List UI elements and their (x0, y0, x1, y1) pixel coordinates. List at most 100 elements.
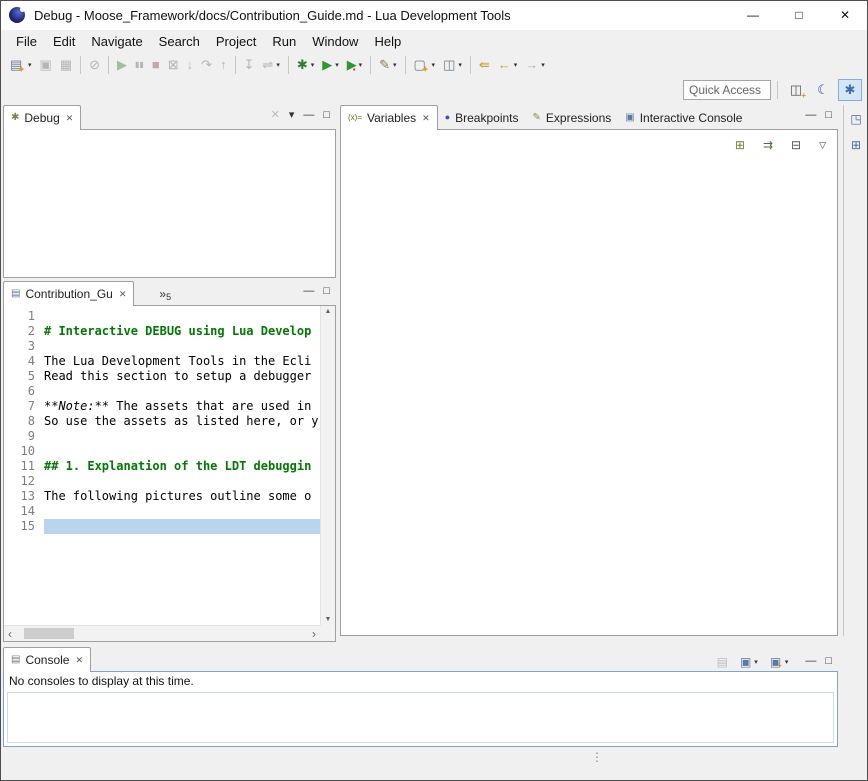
menu-navigate[interactable]: Navigate (83, 32, 150, 51)
new-button[interactable]: ▤✦▾ (6, 55, 36, 76)
close-tab-icon[interactable]: ✕ (119, 289, 127, 300)
step-into-button[interactable]: ↓ (183, 55, 198, 75)
tab-label: Breakpoints (455, 111, 518, 125)
restore-view-icon: ◳ (850, 112, 861, 126)
forward-icon: → (525, 57, 538, 73)
tab-label: Interactive Console (640, 111, 743, 125)
ldt-perspective-button[interactable]: ☾ (811, 79, 835, 101)
disconnect-button[interactable]: ⊠ (164, 55, 183, 75)
console-view: ▤ Console ✕ ▤▣▾▣+▾ — □ No consoles to di… (3, 647, 838, 747)
view-menu-button[interactable]: ▽ (815, 135, 830, 155)
toolbar-separator (405, 56, 406, 74)
tab-interactive-console[interactable]: ▣Interactive Console (618, 105, 749, 130)
collapse-all-button[interactable]: ⊟ (787, 135, 805, 155)
sash-grip[interactable]: ⋮ (591, 750, 603, 764)
show-type-names-button[interactable]: ⊞ (731, 135, 749, 155)
scroll-left-icon[interactable]: ‹ (4, 628, 16, 640)
expressions-view-icon: ✎ (533, 113, 541, 123)
menu-file[interactable]: File (8, 32, 45, 51)
open-console-page-button[interactable]: ▤ (713, 652, 732, 672)
scrollbar-thumb[interactable] (24, 628, 74, 639)
save-button[interactable]: ▣ (36, 55, 56, 75)
dropdown-arrow-icon: ▾ (276, 61, 280, 69)
debug-tabrow: ✱ Debug ✕ ✕ ▾ — □ (3, 105, 336, 130)
maximize-view-button[interactable]: □ (825, 110, 832, 121)
menu-help[interactable]: Help (366, 32, 409, 51)
minimize-window-button[interactable]: — (730, 0, 776, 30)
minimize-view-button[interactable]: — (303, 286, 314, 297)
close-tab-icon[interactable]: ✕ (75, 655, 83, 666)
maximize-window-button[interactable]: □ (776, 0, 822, 30)
external-tools-button[interactable]: ▶▪▾ (343, 55, 366, 76)
menu-edit[interactable]: Edit (45, 32, 83, 51)
print-button[interactable]: ▦ (56, 55, 76, 75)
last-edit-location-button[interactable]: ⇚ (475, 55, 494, 75)
scroll-up-icon[interactable]: ▲ (325, 308, 332, 315)
suspend-button[interactable]: ▮▮ (131, 55, 148, 75)
tab-breakpoints[interactable]: ●Breakpoints (438, 105, 526, 130)
open-console-button[interactable]: ▣+▾ (766, 651, 793, 672)
tab-console[interactable]: ▤ Console ✕ (3, 647, 91, 672)
run-button[interactable]: ▶▾ (318, 55, 343, 75)
debug-button[interactable]: ✱▾ (293, 55, 318, 75)
code-line (44, 309, 320, 324)
variables-tabs: (x)=Variables✕●Breakpoints✎Expressions▣I… (340, 105, 749, 130)
step-return-button[interactable]: ↑ (216, 55, 231, 75)
minimize-view-button[interactable]: — (805, 656, 816, 667)
maximize-view-button[interactable]: □ (323, 110, 330, 121)
display-selected-console-button[interactable]: ▣▾ (736, 652, 762, 672)
search-button[interactable]: ✎▾ (375, 55, 400, 75)
line-number: 13 (4, 489, 35, 504)
code-segment: So use the assets as listed here, or y (44, 414, 319, 428)
terminate-icon: ■ (152, 57, 160, 73)
open-element-button[interactable]: ◫▾ (439, 55, 466, 75)
skip-all-breakpoints-button[interactable]: ⊘ (85, 55, 104, 75)
tab-variables[interactable]: (x)=Variables✕ (340, 105, 438, 130)
last-edit-location-icon: ⇚ (479, 57, 490, 73)
restore-view-button[interactable]: ◳ (846, 110, 866, 128)
menu-search[interactable]: Search (151, 32, 208, 51)
back-button[interactable]: ←▾ (494, 55, 522, 75)
tab-overflow-chevron[interactable]: » 5 (159, 285, 171, 302)
window-controls: — □ ✕ (730, 0, 868, 30)
close-tab-icon[interactable]: ✕ (66, 113, 74, 124)
maximize-view-button[interactable]: □ (825, 656, 832, 667)
tab-contribution-guide[interactable]: ▤ Contribution_Gu ✕ (3, 281, 134, 306)
scroll-down-icon[interactable]: ▼ (325, 616, 332, 623)
menu-project[interactable]: Project (208, 32, 264, 51)
horizontal-scrollbar[interactable]: ‹ › (4, 625, 320, 641)
minimize-view-button[interactable]: — (805, 110, 816, 121)
line-number: 15 (4, 519, 35, 534)
quick-access-input[interactable] (683, 80, 771, 100)
code-area[interactable]: # Interactive DEBUG using Lua DevelopThe… (44, 306, 320, 625)
close-window-button[interactable]: ✕ (822, 0, 868, 30)
new-wizard-button[interactable]: ▢✦▾ (410, 55, 440, 76)
resume-button[interactable]: ▶ (113, 55, 131, 75)
open-perspective-button[interactable]: ◫+ (784, 79, 808, 101)
minimized-view-button[interactable]: ⊞ (846, 136, 866, 154)
forward-button[interactable]: →▾ (521, 55, 549, 75)
menu-window[interactable]: Window (304, 32, 366, 51)
use-step-filters-button[interactable]: ⇌▾ (258, 55, 283, 75)
vertical-scrollbar[interactable]: ▲ ▼ (320, 306, 335, 625)
tab-debug[interactable]: ✱ Debug ✕ (3, 105, 81, 130)
close-tab-icon[interactable]: ✕ (422, 113, 430, 124)
view-menu-button[interactable]: ▾ (289, 110, 295, 121)
remove-all-terminated-button[interactable]: ✕ (271, 110, 280, 121)
show-logical-structures-button[interactable]: ⇉ (759, 135, 777, 155)
tab-expressions[interactable]: ✎Expressions (526, 105, 619, 130)
step-over-button[interactable]: ↷ (197, 55, 216, 75)
scroll-right-icon[interactable]: › (308, 628, 320, 640)
view-menu-icon: ▽ (819, 137, 826, 153)
back-icon: ← (498, 57, 511, 73)
collapse-all-icon: ⊟ (791, 137, 801, 153)
dropdown-arrow-icon: ▾ (335, 61, 339, 69)
menu-run[interactable]: Run (264, 32, 304, 51)
minimize-view-button[interactable]: — (303, 110, 314, 121)
debug-perspective-button[interactable]: ✱ (838, 79, 862, 101)
maximize-view-button[interactable]: □ (323, 286, 330, 297)
drop-to-frame-button[interactable]: ↧ (240, 55, 259, 75)
terminate-button[interactable]: ■ (148, 55, 164, 75)
line-number-gutter[interactable]: 123456789101112131415 (4, 306, 42, 625)
variables-tabrow: (x)=Variables✕●Breakpoints✎Expressions▣I… (340, 105, 838, 130)
